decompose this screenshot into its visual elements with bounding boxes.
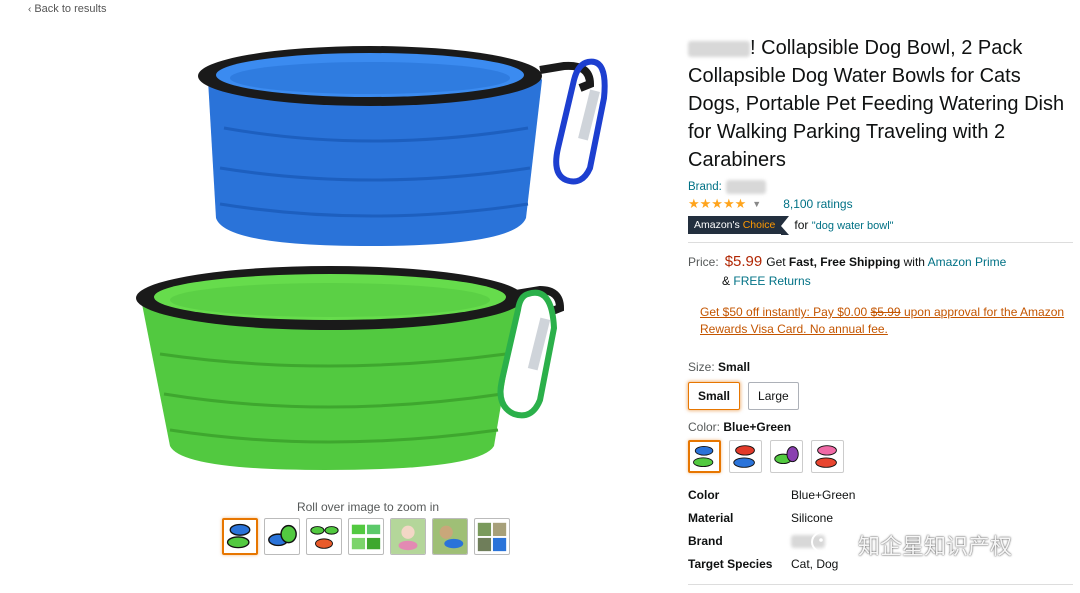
price-label: Price: [688, 255, 719, 269]
color-swatch-red-blue[interactable] [729, 440, 762, 473]
ratings-count-link[interactable]: 8,100 ratings [783, 197, 852, 211]
color-swatch-pink-red[interactable] [811, 440, 844, 473]
size-label: Size: Small [688, 360, 751, 374]
divider [688, 242, 1073, 243]
amazons-choice-badge[interactable]: Amazon's Choice [688, 216, 790, 235]
size-options: Small Large [688, 382, 1073, 410]
spec-row: Material Silicone [688, 510, 834, 525]
spec-row: Color Blue+Green [688, 487, 856, 502]
color-swatches [688, 440, 1073, 473]
brand-label[interactable]: Brand: [688, 181, 722, 193]
main-product-image[interactable] [120, 28, 620, 498]
divider [688, 584, 1073, 585]
thumbnail-7[interactable] [474, 518, 510, 555]
color-swatch-green-purple[interactable] [770, 440, 803, 473]
title-prefix-mark: ! [750, 37, 756, 59]
product-title: ! Collapsible Dog Bowl, 2 Pack Collapsib… [688, 34, 1073, 174]
star-rating-icon[interactable]: ★★★★★ [688, 196, 746, 212]
product-title-text: Collapsible Dog Bowl, 2 Pack Collapsible… [688, 37, 1065, 171]
badge-for-text: for "dog water bowl" [794, 218, 894, 232]
back-to-results-link[interactable]: ‹ Back to results [28, 3, 106, 15]
chevron-down-icon[interactable]: ▼ [752, 199, 761, 209]
thumbnail-5[interactable] [390, 518, 426, 555]
redacted-brand-mark [688, 40, 750, 57]
thumbnail-strip [222, 518, 510, 555]
amazons-choice-row: Amazon's Choice for "dog water bowl" [688, 216, 1073, 235]
color-swatch-blue-green[interactable] [688, 440, 721, 473]
wechat-icon [811, 530, 850, 559]
watermark: 知企星知识产权 [810, 528, 1012, 562]
brand-row: Brand: [688, 180, 1073, 194]
redacted-brand-name [725, 180, 766, 194]
visa-card-offer-link[interactable]: Get $50 off instantly: Pay $0.00 $5.99 u… [688, 304, 1073, 338]
product-details: ! Collapsible Dog Bowl, 2 Pack Collapsib… [688, 34, 1073, 575]
price-row: Price: $5.99 Get Fast, Free Shipping wit… [688, 253, 1073, 270]
size-option-large[interactable]: Large [748, 382, 799, 410]
blue-bowl-image [198, 46, 608, 246]
size-option-small[interactable]: Small [688, 382, 741, 410]
thumbnail-6[interactable] [432, 518, 468, 555]
zoom-hint-text: Roll over image to zoom in [296, 500, 440, 514]
green-bowl-image [136, 266, 565, 470]
chevron-left-icon: ‹ [28, 4, 32, 15]
price-value: $5.99 [724, 253, 763, 270]
shipping-text: Get Fast, Free Shipping with Amazon Prim… [766, 255, 1007, 269]
thumbnail-4[interactable] [348, 518, 384, 555]
rating-row: ★★★★★ ▼ 8,100 ratings [688, 196, 1073, 212]
returns-row: & FREE Returns [722, 274, 811, 288]
badge-keyword-link[interactable]: "dog water bowl" [812, 220, 894, 232]
thumbnail-3[interactable] [306, 518, 342, 555]
thumbnail-1[interactable] [222, 518, 258, 555]
free-returns-link[interactable]: FREE Returns [733, 274, 810, 288]
thumbnail-2[interactable] [264, 518, 300, 555]
color-label: Color: Blue+Green [688, 420, 792, 434]
amazon-prime-link[interactable]: Amazon Prime [928, 255, 1007, 269]
